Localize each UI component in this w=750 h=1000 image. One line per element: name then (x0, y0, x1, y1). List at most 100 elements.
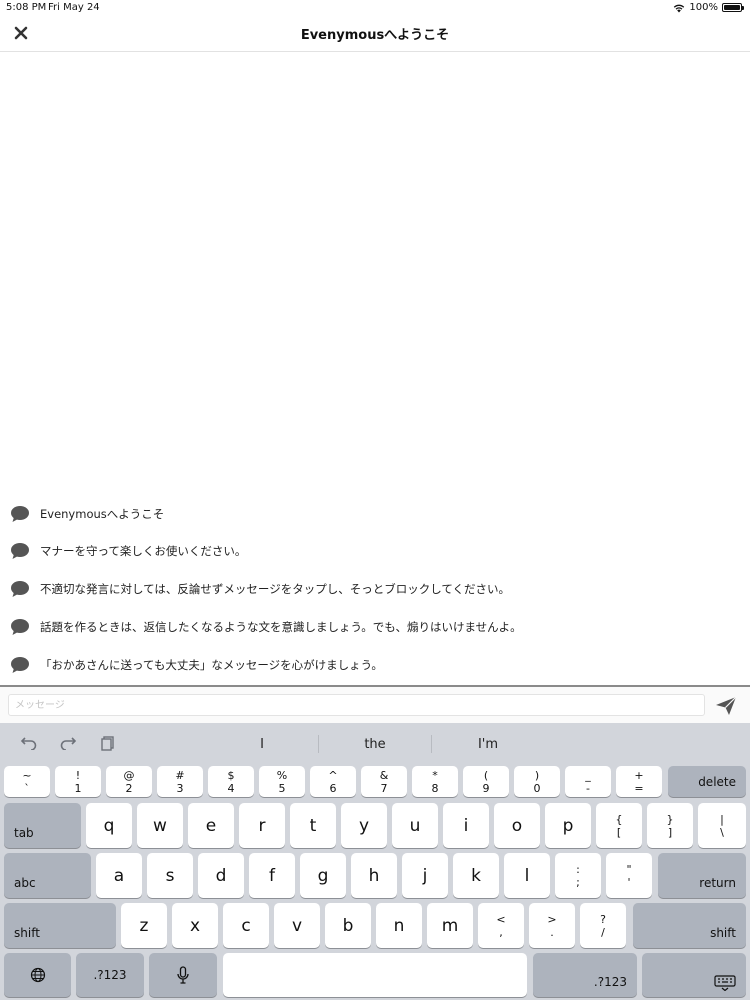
list-item[interactable]: マナーを守って楽しくお使いください。 (10, 541, 246, 561)
numbers-key-right[interactable]: .?123 (533, 953, 637, 997)
key-comma[interactable]: <, (478, 903, 524, 948)
key-bracket-left[interactable]: {[ (596, 803, 642, 848)
numbers-key-left[interactable]: .?123 (76, 953, 144, 997)
key-d[interactable]: d (198, 853, 244, 898)
keyboard: I the I'm ~ ` ! 1 @2 #3 $4 % 5 ^ 6 & 7 * 8 (9 … (0, 723, 750, 1000)
tab-key[interactable]: tab (4, 803, 81, 848)
dictation-key[interactable] (149, 953, 217, 997)
undo-button[interactable] (19, 733, 39, 753)
key-w[interactable]: w (137, 803, 183, 848)
message-text: 「おかあさんに送っても大丈夫」なメッセージを心がけましょう。 (40, 658, 383, 672)
message-text: マナーを守って楽しくお使いください。 (40, 544, 247, 558)
status-bar: 5:08 PM Fri May 24 100% (0, 0, 750, 14)
suggestion-divider (431, 735, 432, 753)
key-equals[interactable]: + = (616, 766, 662, 797)
key-v[interactable]: v (274, 903, 320, 948)
caps-key[interactable]: abc (4, 853, 91, 898)
message-text: 話題を作るときは、返信したくなるような文を意識しましょう。でも、煽りはいけません… (40, 620, 522, 634)
list-item[interactable]: 話題を作るときは、返信したくなるような文を意識しましょう。でも、煽りはいけません… (10, 617, 522, 637)
globe-icon (30, 967, 45, 983)
shift-key-right[interactable]: shift (633, 903, 746, 948)
key-q[interactable]: q (86, 803, 132, 848)
key-quote[interactable]: " ' (606, 853, 652, 898)
paste-button[interactable] (98, 733, 118, 753)
key-l[interactable]: l (504, 853, 550, 898)
key-6[interactable]: ^ 6 (310, 766, 356, 797)
key-r[interactable]: r (239, 803, 285, 848)
key-f[interactable]: f (249, 853, 295, 898)
key-o[interactable]: o (494, 803, 540, 848)
send-button[interactable] (714, 695, 738, 717)
speech-bubble-icon (11, 581, 29, 597)
message-text: 不適切な発言に対しては、反論せずメッセージをタップし、そっとブロックしてください… (40, 582, 510, 596)
key-g[interactable]: g (300, 853, 346, 898)
key-7[interactable]: & 7 (361, 766, 407, 797)
key-a[interactable]: a (96, 853, 142, 898)
microphone-icon (177, 966, 189, 984)
key-m[interactable]: m (427, 903, 473, 948)
speech-bubble-icon (11, 619, 29, 635)
key-5[interactable]: % 5 (259, 766, 305, 797)
key-n[interactable]: n (376, 903, 422, 948)
list-item[interactable]: 不適切な発言に対しては、反論せずメッセージをタップし、そっとブロックしてください… (10, 579, 510, 599)
status-right: 100% (673, 2, 744, 13)
key-2[interactable]: @2 (106, 766, 152, 797)
key-4[interactable]: $4 (208, 766, 254, 797)
key-slash[interactable]: ? / (580, 903, 626, 948)
key-k[interactable]: k (453, 853, 499, 898)
key-s[interactable]: s (147, 853, 193, 898)
key-minus[interactable]: _ - (565, 766, 611, 797)
key-i[interactable]: i (443, 803, 489, 848)
space-key[interactable] (223, 953, 527, 997)
undo-icon (20, 737, 37, 750)
key-h[interactable]: h (351, 853, 397, 898)
clipboard-icon (101, 736, 114, 751)
message-input[interactable] (8, 694, 705, 716)
wifi-icon (673, 3, 685, 13)
key-p[interactable]: p (545, 803, 591, 848)
delete-key[interactable]: delete (668, 766, 746, 797)
suggestion-bar: I the I'm (0, 723, 750, 763)
key-3[interactable]: #3 (157, 766, 203, 797)
key-period[interactable]: >. (529, 903, 575, 948)
status-time: 5:08 PM (6, 2, 47, 13)
speech-bubble-icon (11, 657, 29, 673)
battery-percent: 100% (689, 2, 718, 13)
key-u[interactable]: u (392, 803, 438, 848)
keyboard-dismiss-icon (714, 975, 736, 991)
key-8[interactable]: * 8 (412, 766, 458, 797)
speech-bubble-icon (11, 543, 29, 559)
suggestion-2[interactable]: the (320, 737, 430, 752)
suggestion-3[interactable]: I'm (433, 737, 543, 752)
key-x[interactable]: x (172, 903, 218, 948)
key-c[interactable]: c (223, 903, 269, 948)
key-bracket-right[interactable]: }] (647, 803, 693, 848)
message-input-bar (0, 685, 750, 723)
globe-key[interactable] (4, 953, 71, 997)
send-icon (716, 696, 737, 715)
page-title: Evenymousへようこそ (300, 28, 450, 43)
return-key[interactable]: return (658, 853, 746, 898)
navigation-bar: Evenymousへようこそ (0, 14, 750, 52)
list-item[interactable]: Evenymousへようこそ (10, 504, 164, 524)
key-z[interactable]: z (121, 903, 167, 948)
list-item[interactable]: 「おかあさんに送っても大丈夫」なメッセージを心がけましょう。 (10, 655, 383, 675)
key-y[interactable]: y (341, 803, 387, 848)
key-9[interactable]: (9 (463, 766, 509, 797)
speech-bubble-icon (11, 506, 29, 522)
key-0[interactable]: ) 0 (514, 766, 560, 797)
redo-icon (60, 737, 77, 750)
dismiss-keyboard-key[interactable] (642, 953, 746, 997)
suggestion-1[interactable]: I (207, 737, 317, 752)
key-b[interactable]: b (325, 903, 371, 948)
key-tilde[interactable]: ~ ` (4, 766, 50, 797)
key-1[interactable]: ! 1 (55, 766, 101, 797)
key-j[interactable]: j (402, 853, 448, 898)
shift-key-left[interactable]: shift (4, 903, 116, 948)
redo-button[interactable] (58, 733, 78, 753)
suggestion-divider (318, 735, 319, 753)
key-e[interactable]: e (188, 803, 234, 848)
key-semicolon[interactable]: :; (555, 853, 601, 898)
key-backslash[interactable]: | \ (698, 803, 746, 848)
key-t[interactable]: t (290, 803, 336, 848)
